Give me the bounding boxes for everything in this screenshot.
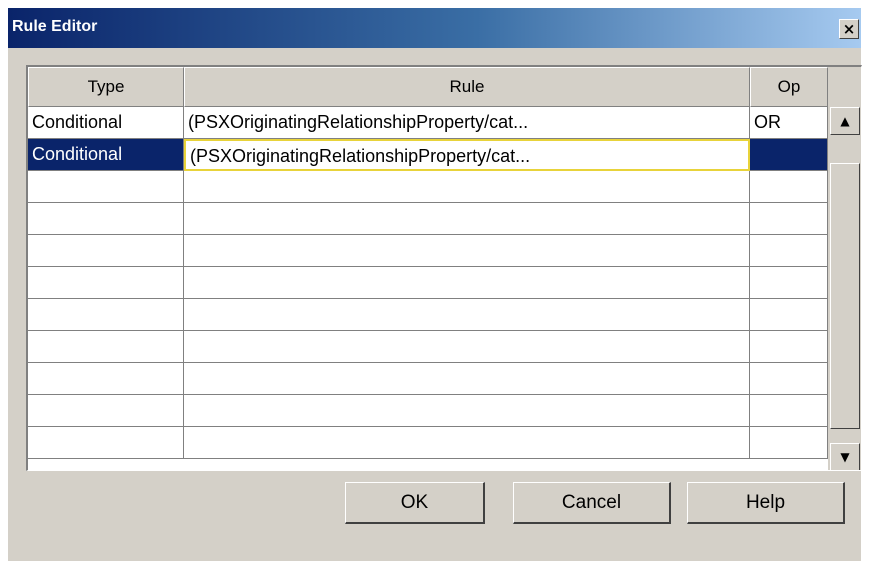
- column-header-op[interactable]: Op: [750, 67, 828, 107]
- cell-rule[interactable]: [184, 331, 750, 363]
- cell-op[interactable]: [750, 203, 828, 235]
- close-button[interactable]: ×: [839, 19, 859, 39]
- cell-type[interactable]: [28, 363, 184, 395]
- cell-rule[interactable]: [184, 203, 750, 235]
- cell-rule[interactable]: (PSXOriginatingRelationshipProperty/cat.…: [184, 139, 750, 171]
- cell-op[interactable]: [750, 395, 828, 427]
- scroll-up-button[interactable]: ▲: [830, 107, 860, 135]
- scrollbar-thumb[interactable]: [830, 163, 860, 429]
- column-header-type[interactable]: Type: [28, 67, 184, 107]
- rules-table: Type Rule Op Conditional (PSXOriginatingR…: [26, 65, 862, 471]
- cell-rule[interactable]: [184, 299, 750, 331]
- cell-type[interactable]: Conditional: [28, 139, 184, 171]
- cell-type[interactable]: [28, 171, 184, 203]
- cell-type[interactable]: [28, 299, 184, 331]
- table-row[interactable]: [28, 235, 828, 267]
- close-icon: ×: [842, 20, 856, 38]
- table-row[interactable]: [28, 331, 828, 363]
- cell-op[interactable]: [750, 427, 828, 459]
- table-row[interactable]: Conditional (PSXOriginatingRelationshipPr…: [28, 107, 828, 139]
- cell-op[interactable]: [750, 235, 828, 267]
- cell-rule[interactable]: [184, 395, 750, 427]
- cell-type[interactable]: [28, 331, 184, 363]
- table-row[interactable]: [28, 267, 828, 299]
- column-header-rule[interactable]: Rule: [184, 67, 750, 107]
- cancel-button[interactable]: Cancel: [513, 482, 671, 524]
- table-row[interactable]: [28, 171, 828, 203]
- cell-rule[interactable]: [184, 363, 750, 395]
- cell-type[interactable]: [28, 267, 184, 299]
- cell-type[interactable]: [28, 203, 184, 235]
- cell-op[interactable]: [750, 139, 828, 171]
- help-button[interactable]: Help: [687, 482, 845, 524]
- scroll-down-button[interactable]: ▼: [830, 443, 860, 470]
- cell-type[interactable]: [28, 235, 184, 267]
- cell-op[interactable]: OR: [750, 107, 828, 139]
- table-row[interactable]: [28, 299, 828, 331]
- table-row[interactable]: Conditional (PSXOriginatingRelationshipPr…: [28, 139, 828, 171]
- table-row[interactable]: [28, 203, 828, 235]
- scroll-down-icon: ▼: [840, 450, 850, 464]
- cell-op[interactable]: [750, 363, 828, 395]
- table-row[interactable]: [28, 363, 828, 395]
- rule-editor-dialog: Rule Editor × Type Rule Op Conditional (P…: [8, 8, 862, 561]
- cell-op[interactable]: [750, 267, 828, 299]
- title-bar[interactable]: Rule Editor ×: [8, 8, 861, 48]
- cell-rule[interactable]: (PSXOriginatingRelationshipProperty/cat.…: [184, 107, 750, 139]
- cell-type[interactable]: Conditional: [28, 107, 184, 139]
- table-row[interactable]: [28, 427, 828, 459]
- cell-rule[interactable]: [184, 267, 750, 299]
- cell-rule[interactable]: [184, 171, 750, 203]
- cell-op[interactable]: [750, 331, 828, 363]
- scroll-up-icon: ▲: [840, 114, 850, 128]
- cell-op[interactable]: [750, 299, 828, 331]
- cell-rule[interactable]: [184, 427, 750, 459]
- cell-rule[interactable]: [184, 235, 750, 267]
- cell-op[interactable]: [750, 171, 828, 203]
- table-row[interactable]: [28, 395, 828, 427]
- header-corner: [828, 67, 861, 107]
- window-title: Rule Editor: [12, 18, 98, 35]
- vertical-scrollbar[interactable]: ▲ ▼: [828, 107, 861, 470]
- cell-type[interactable]: [28, 427, 184, 459]
- ok-button[interactable]: OK: [345, 482, 485, 524]
- cell-type[interactable]: [28, 395, 184, 427]
